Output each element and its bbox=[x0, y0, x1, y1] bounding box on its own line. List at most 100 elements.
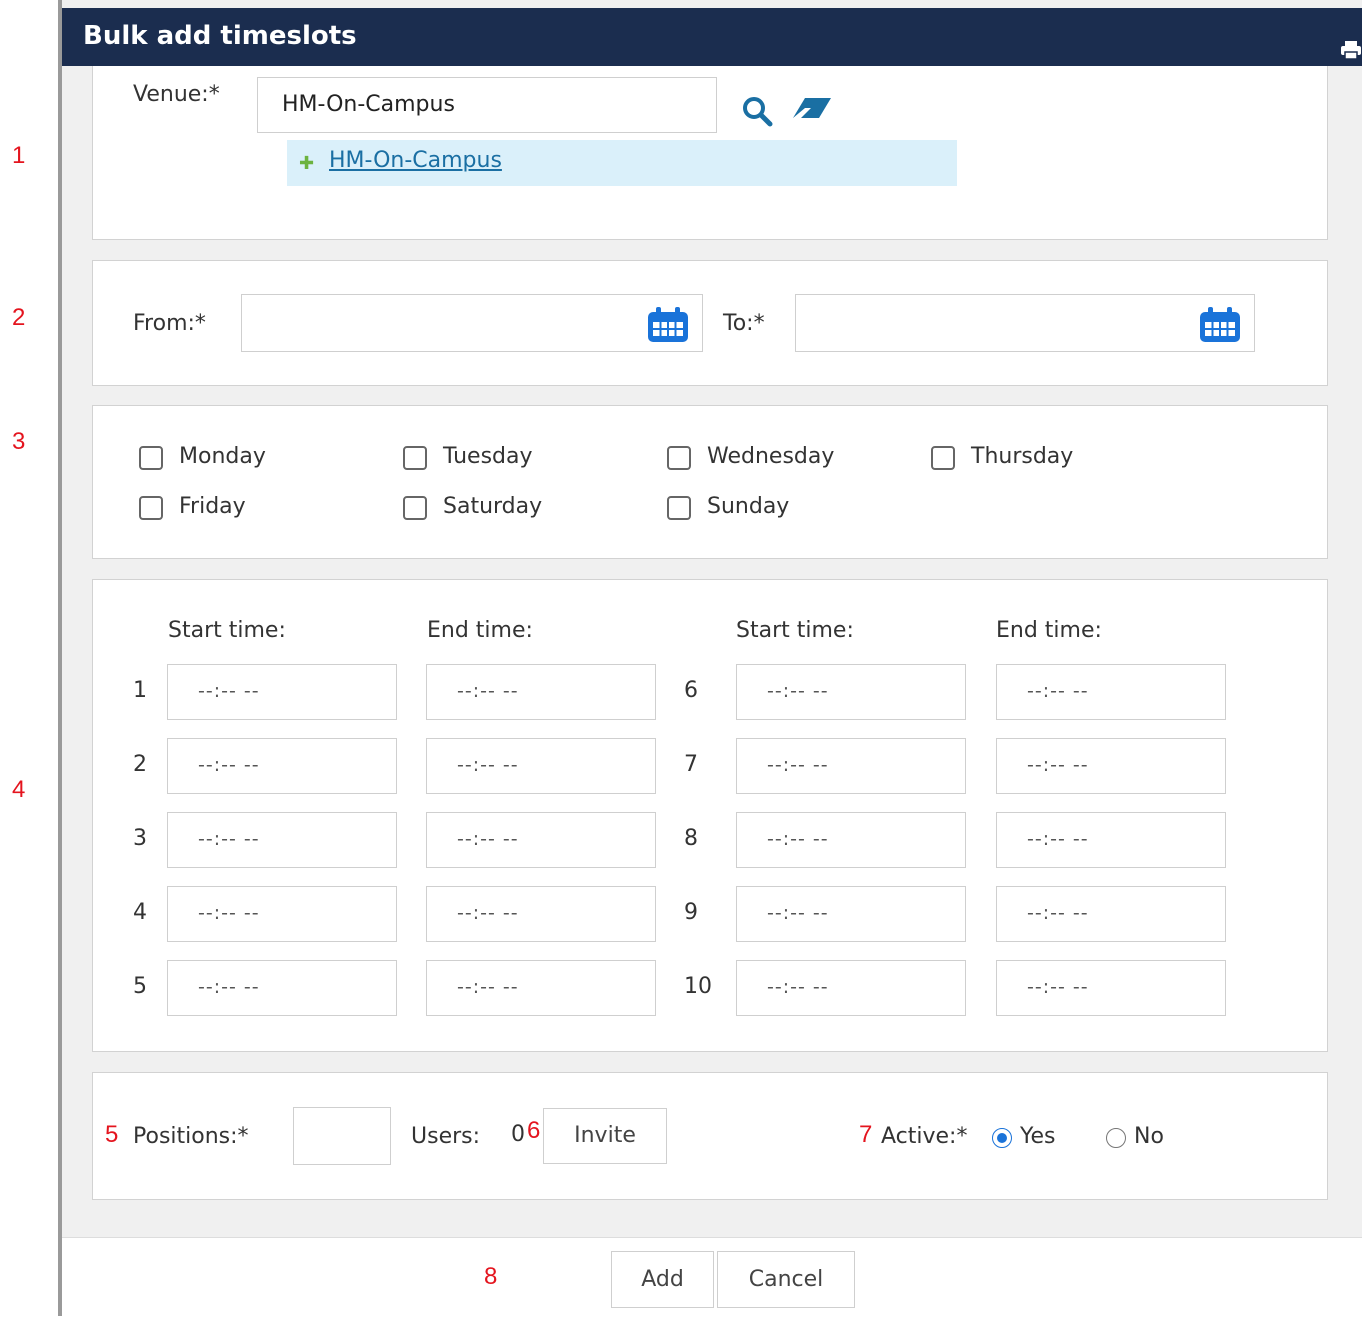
slot-number: 9 bbox=[684, 900, 698, 925]
time-placeholder: --:-- -- bbox=[198, 754, 260, 776]
annotation-1: 1 bbox=[12, 142, 26, 169]
eraser-icon[interactable] bbox=[791, 96, 833, 120]
annotation-2: 2 bbox=[12, 304, 26, 331]
slot-number: 1 bbox=[133, 678, 147, 703]
time-placeholder: --:-- -- bbox=[457, 680, 519, 702]
time-placeholder: --:-- -- bbox=[767, 754, 829, 776]
slot-1-end-time[interactable]: --:-- -- bbox=[426, 664, 656, 720]
active-yes-radio[interactable] bbox=[992, 1128, 1012, 1148]
saturday-checkbox[interactable] bbox=[403, 496, 427, 520]
time-placeholder: --:-- -- bbox=[457, 976, 519, 998]
annotation-4: 4 bbox=[12, 776, 26, 803]
print-icon[interactable] bbox=[1340, 39, 1362, 61]
slot-number: 7 bbox=[684, 752, 698, 777]
users-count: 0 bbox=[511, 1122, 525, 1147]
calendar-icon[interactable] bbox=[646, 306, 690, 344]
thursday-label: Thursday bbox=[971, 444, 1074, 469]
search-icon[interactable] bbox=[741, 95, 775, 129]
time-placeholder: --:-- -- bbox=[767, 902, 829, 924]
bulk-add-dialog: Bulk add timeslots Venue:* HM-On-Campus … bbox=[62, 0, 1362, 1317]
slot-7-end-time[interactable]: --:-- -- bbox=[996, 738, 1226, 794]
slot-6-end-time[interactable]: --:-- -- bbox=[996, 664, 1226, 720]
slot-number: 3 bbox=[133, 826, 147, 851]
users-label: Users: bbox=[411, 1124, 481, 1149]
start-time-header: Start time: bbox=[736, 618, 854, 643]
add-icon: ✚ bbox=[299, 153, 315, 174]
active-no-label: No bbox=[1134, 1124, 1164, 1149]
slot-7-start-time[interactable]: --:-- -- bbox=[736, 738, 966, 794]
sunday-checkbox[interactable] bbox=[667, 496, 691, 520]
dialog-titlebar: Bulk add timeslots bbox=[62, 8, 1362, 66]
thursday-checkbox[interactable] bbox=[931, 446, 955, 470]
venue-suggestion-link[interactable]: HM-On-Campus bbox=[329, 148, 502, 173]
time-placeholder: --:-- -- bbox=[198, 902, 260, 924]
slot-2-start-time[interactable]: --:-- -- bbox=[167, 738, 397, 794]
calendar-icon[interactable] bbox=[1198, 306, 1242, 344]
slot-1-start-time[interactable]: --:-- -- bbox=[167, 664, 397, 720]
time-placeholder: --:-- -- bbox=[1027, 754, 1089, 776]
slot-3-end-time[interactable]: --:-- -- bbox=[426, 812, 656, 868]
cancel-button[interactable]: Cancel bbox=[717, 1251, 855, 1308]
time-placeholder: --:-- -- bbox=[767, 680, 829, 702]
time-placeholder: --:-- -- bbox=[1027, 976, 1089, 998]
to-label: To:* bbox=[723, 311, 765, 336]
slot-6-start-time[interactable]: --:-- -- bbox=[736, 664, 966, 720]
friday-checkbox[interactable] bbox=[139, 496, 163, 520]
annotation-6: 6 bbox=[527, 1117, 541, 1144]
times-panel: Start time: End time: Start time: End ti… bbox=[92, 579, 1328, 1052]
slot-3-start-time[interactable]: --:-- -- bbox=[167, 812, 397, 868]
slot-8-end-time[interactable]: --:-- -- bbox=[996, 812, 1226, 868]
active-label: Active:* bbox=[881, 1124, 968, 1149]
annotation-3: 3 bbox=[12, 428, 26, 455]
slot-10-end-time[interactable]: --:-- -- bbox=[996, 960, 1226, 1016]
slot-number: 8 bbox=[684, 826, 698, 851]
slot-5-end-time[interactable]: --:-- -- bbox=[426, 960, 656, 1016]
end-time-header: End time: bbox=[427, 618, 533, 643]
slot-4-end-time[interactable]: --:-- -- bbox=[426, 886, 656, 942]
from-label: From:* bbox=[133, 311, 206, 336]
to-date-field[interactable] bbox=[795, 294, 1255, 352]
friday-label: Friday bbox=[179, 494, 246, 519]
slot-10-start-time[interactable]: --:-- -- bbox=[736, 960, 966, 1016]
saturday-label: Saturday bbox=[443, 494, 543, 519]
dialog-footer: 8 Add Cancel bbox=[62, 1237, 1362, 1317]
slot-9-end-time[interactable]: --:-- -- bbox=[996, 886, 1226, 942]
options-panel: 5 Positions:* Users: 0 6 Invite 7 Active… bbox=[92, 1072, 1328, 1200]
venue-label: Venue:* bbox=[133, 82, 220, 107]
active-no-radio[interactable] bbox=[1106, 1128, 1126, 1148]
active-yes-label: Yes bbox=[1020, 1124, 1056, 1149]
slot-number: 2 bbox=[133, 752, 147, 777]
slot-number: 6 bbox=[684, 678, 698, 703]
slot-number: 10 bbox=[684, 974, 712, 999]
venue-panel: Venue:* HM-On-Campus ✚ HM-On-Campus bbox=[92, 66, 1328, 240]
slot-number: 5 bbox=[133, 974, 147, 999]
wednesday-label: Wednesday bbox=[707, 444, 835, 469]
time-placeholder: --:-- -- bbox=[767, 976, 829, 998]
positions-input[interactable] bbox=[293, 1107, 391, 1165]
slot-4-start-time[interactable]: --:-- -- bbox=[167, 886, 397, 942]
tuesday-label: Tuesday bbox=[443, 444, 533, 469]
sunday-label: Sunday bbox=[707, 494, 790, 519]
monday-checkbox[interactable] bbox=[139, 446, 163, 470]
from-date-field[interactable] bbox=[241, 294, 703, 352]
time-placeholder: --:-- -- bbox=[1027, 680, 1089, 702]
add-button[interactable]: Add bbox=[611, 1251, 714, 1308]
annotation-8: 8 bbox=[484, 1263, 498, 1290]
invite-button[interactable]: Invite bbox=[543, 1108, 667, 1164]
time-placeholder: --:-- -- bbox=[457, 902, 519, 924]
venue-suggestion[interactable]: ✚ HM-On-Campus bbox=[287, 140, 957, 186]
time-placeholder: --:-- -- bbox=[1027, 902, 1089, 924]
time-placeholder: --:-- -- bbox=[198, 976, 260, 998]
dates-panel: From:* To:* bbox=[92, 260, 1328, 386]
slot-5-start-time[interactable]: --:-- -- bbox=[167, 960, 397, 1016]
venue-input-value: HM-On-Campus bbox=[282, 92, 455, 117]
slot-8-start-time[interactable]: --:-- -- bbox=[736, 812, 966, 868]
time-placeholder: --:-- -- bbox=[767, 828, 829, 850]
time-placeholder: --:-- -- bbox=[198, 828, 260, 850]
slot-2-end-time[interactable]: --:-- -- bbox=[426, 738, 656, 794]
tuesday-checkbox[interactable] bbox=[403, 446, 427, 470]
annotation-7: 7 bbox=[859, 1121, 873, 1148]
wednesday-checkbox[interactable] bbox=[667, 446, 691, 470]
slot-9-start-time[interactable]: --:-- -- bbox=[736, 886, 966, 942]
venue-input[interactable]: HM-On-Campus bbox=[257, 77, 717, 133]
